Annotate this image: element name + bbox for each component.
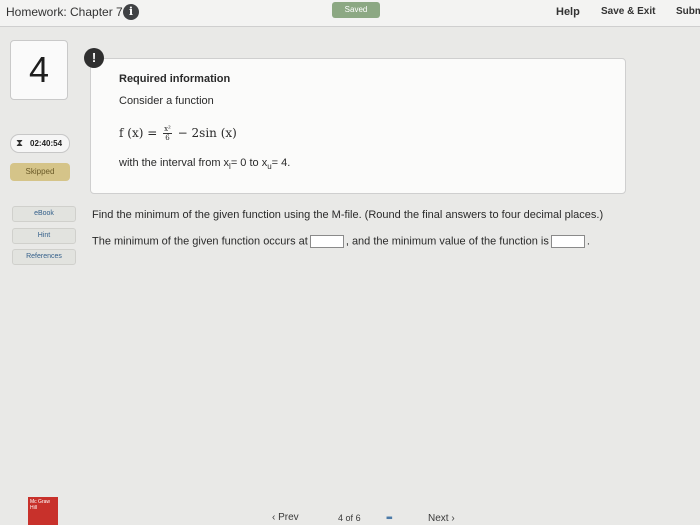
answer-input-value[interactable] [550,235,585,248]
fraction-denominator: 6 [165,134,170,142]
question-text: Find the minimum of the given function u… [92,209,604,221]
required-info-panel: Required information Consider a function… [90,58,626,194]
answer-text-1: The minimum of the given function occurs… [92,235,308,248]
top-bar: Homework: Chapter 7 i Saved Help Save & … [0,0,700,27]
function-formula: f (x) = x² 6 − 2sin (x) [119,125,237,142]
formula-lhs: f (x) = [119,126,162,140]
mcgraw-hill-logo: Mc Graw Hill [28,497,58,525]
fraction-numerator: x² [163,125,172,134]
submit-button[interactable]: Subm [676,6,700,17]
hourglass-icon: ⧗ [16,138,24,149]
interval-end: = 4. [271,157,291,169]
hint-button[interactable]: Hint [12,228,76,244]
assignment-title: Homework: Chapter 7 [6,5,123,19]
answer-line: The minimum of the given function occurs… [92,235,590,248]
references-button[interactable]: References [12,249,76,265]
page-indicator: 4 of 6 [338,513,361,523]
page-total: 6 [355,513,361,523]
alert-icon: ! [84,48,104,68]
save-exit-button[interactable]: Save & Exit [601,6,655,17]
grid-icon[interactable]: ▪▪▪ [386,513,392,524]
required-info-intro: Consider a function [119,95,214,107]
formula-fraction: x² 6 [163,125,172,142]
page-current: 4 [338,513,344,523]
status-badge: Skipped [10,163,70,181]
info-icon[interactable]: i [123,4,139,20]
answer-text-end: . [586,235,590,248]
next-button[interactable]: Next › [428,513,455,524]
answer-text-2: , and the minimum value of the function … [345,235,549,248]
interval-mid: = 0 to x [230,157,268,169]
timer-value: 02:40:54 [30,139,63,148]
interval-text: with the interval from xl= 0 to xu= 4. [119,157,290,171]
required-info-title: Required information [119,73,231,85]
timer-badge: ⧗ 02:40:54 [10,134,70,153]
question-number: 4 [10,40,68,100]
page-of: of [345,513,354,523]
formula-rhs: − 2sin (x) [173,126,237,140]
ebook-button[interactable]: eBook [12,206,76,222]
interval-prefix: with the interval from x [119,157,230,169]
help-button[interactable]: Help [556,6,580,18]
saved-badge: Saved [332,2,380,18]
prev-button[interactable]: ‹ Prev [272,512,299,523]
answer-input-x[interactable] [309,235,344,248]
